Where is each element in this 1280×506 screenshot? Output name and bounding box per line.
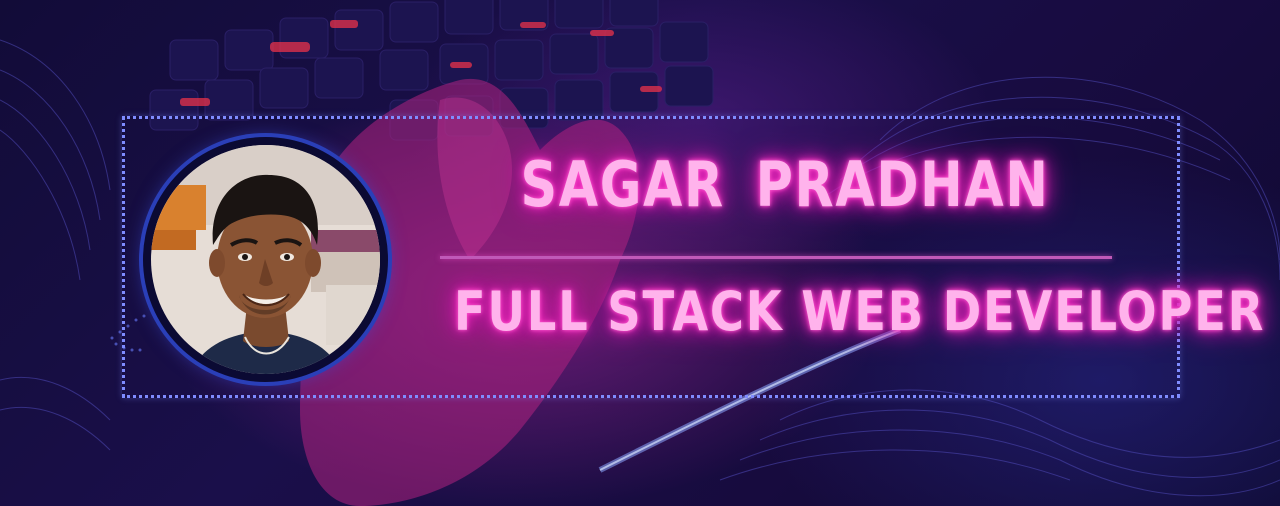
profile-name: SAGAR PRADHAN bbox=[520, 148, 1050, 221]
avatar bbox=[151, 145, 380, 374]
profile-role: FULL STACK WEB DEVELOPER bbox=[453, 280, 1266, 343]
profile-banner: SAGAR PRADHAN FULL STACK WEB DEVELOPER bbox=[0, 0, 1280, 506]
profile-photo bbox=[151, 145, 380, 374]
title-divider bbox=[440, 256, 1112, 259]
avatar-ring bbox=[143, 137, 388, 382]
